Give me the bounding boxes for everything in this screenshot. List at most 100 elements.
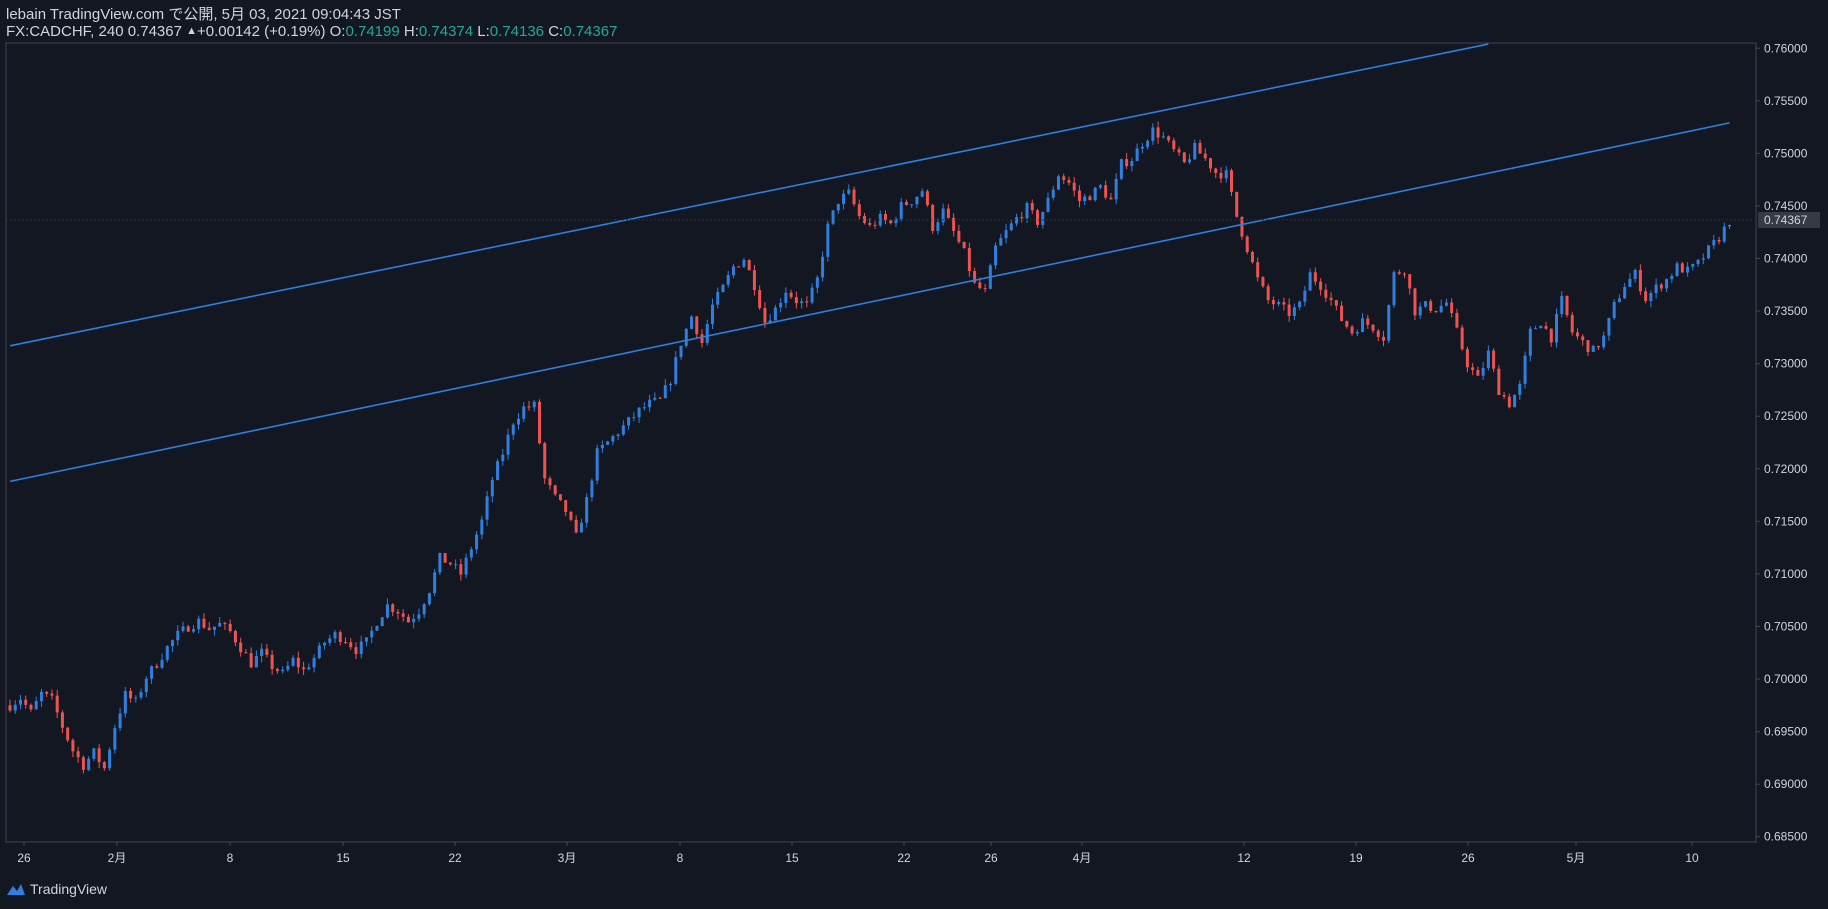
candle-up	[123, 690, 127, 714]
candle-up	[606, 441, 610, 445]
candle-up	[422, 604, 426, 615]
y-tick-label: 0.71500	[1764, 514, 1808, 528]
x-tick-label: 26	[17, 851, 31, 865]
candle-up	[1691, 263, 1695, 267]
time-axis[interactable]: 26 2月 8 15 22 3月 8 15 22 26 4月 12 19 26 5月 10	[17, 842, 1699, 865]
candle-up	[1392, 272, 1396, 306]
candle-down	[1492, 350, 1496, 369]
candle-down	[1413, 288, 1417, 316]
candle-up	[171, 640, 175, 647]
candle-up	[779, 302, 783, 308]
candle-down	[270, 654, 274, 670]
candle-up	[517, 418, 521, 425]
candle-up	[1628, 278, 1632, 287]
change-value: +0.00142 (+0.19%)	[197, 23, 326, 40]
candle-up	[684, 328, 688, 346]
candle-up	[994, 245, 998, 266]
candle-up	[653, 397, 657, 400]
candle-down	[1067, 179, 1071, 183]
trendlines-layer[interactable]	[9, 43, 1730, 483]
candle-down	[338, 632, 342, 642]
candle-up	[454, 564, 458, 566]
open-value: 0.74199	[345, 23, 400, 40]
candle-down	[1455, 313, 1459, 328]
candle-down	[868, 222, 872, 225]
candle-up	[165, 646, 169, 660]
candle-down	[1077, 190, 1081, 202]
candle-down	[1397, 272, 1401, 274]
candle-down	[658, 397, 662, 399]
x-tick-label: 8	[227, 851, 234, 865]
candle-up	[385, 604, 389, 618]
candle-up	[936, 222, 940, 231]
candle-up	[1083, 196, 1087, 202]
candle-up	[176, 630, 180, 641]
publish-title: lebain TradingView.com で公開, 5月 03, 2021 …	[6, 6, 401, 23]
candle-up	[1612, 301, 1616, 318]
candle-down	[239, 642, 243, 653]
candle-down	[1586, 340, 1590, 352]
candle-up	[710, 304, 714, 325]
candle-up	[312, 658, 316, 668]
candle-down	[1465, 349, 1469, 368]
candle-down	[1104, 185, 1108, 198]
candle-up	[810, 287, 814, 303]
candle-up	[438, 552, 442, 573]
candle-down	[747, 260, 751, 271]
candle-up	[690, 316, 694, 329]
candle-up	[1633, 269, 1637, 279]
candle-up	[511, 424, 515, 435]
candle-up	[1670, 275, 1674, 280]
candle-down	[852, 189, 856, 205]
candle-up	[1722, 226, 1726, 242]
low-label: L:	[477, 23, 490, 40]
y-tick-label: 0.74000	[1764, 252, 1808, 266]
trendline-lower-channel[interactable]	[9, 122, 1730, 483]
candle-up	[1423, 301, 1427, 307]
candle-down	[97, 748, 101, 763]
up-triangle-icon: ▲	[186, 25, 198, 37]
candle-up	[501, 454, 505, 462]
candle-up	[1098, 185, 1102, 188]
candle-up	[412, 618, 416, 623]
candle-up	[1560, 295, 1564, 315]
candle-up	[1523, 355, 1527, 384]
y-tick-label: 0.74500	[1764, 199, 1808, 213]
candle-down	[931, 205, 935, 231]
price-axis[interactable]: 0.76000 0.75500 0.75000 0.74500 0.74000 0.735…	[1756, 41, 1808, 844]
candle-up	[1292, 307, 1296, 316]
candle-up	[1518, 383, 1522, 395]
candle-down	[1471, 367, 1475, 371]
price-chart[interactable]: 0.76000 0.75500 0.75000 0.74500 0.74000 0.735…	[0, 0, 1828, 909]
candle-up	[1539, 325, 1543, 329]
candle-down	[1507, 396, 1511, 408]
candle-up	[1151, 127, 1155, 141]
candle-down	[752, 270, 756, 291]
candle-up	[627, 417, 631, 426]
candle-down	[574, 519, 578, 533]
y-tick-label: 0.72000	[1764, 462, 1808, 476]
footer-brand[interactable]: TradingView	[6, 881, 107, 897]
last-price-label: 0.74367	[1764, 213, 1808, 227]
candle-down	[406, 616, 410, 623]
candle-up	[920, 191, 924, 197]
candle-up	[144, 678, 148, 693]
candle-down	[1659, 284, 1663, 289]
candle-up	[815, 277, 819, 288]
candle-down	[1549, 328, 1553, 343]
candle-up	[842, 193, 846, 204]
x-tick-label: 12	[1237, 851, 1251, 865]
candle-down	[1062, 176, 1066, 180]
candle-down	[45, 691, 49, 694]
candle-down	[1408, 274, 1412, 289]
candle-down	[1324, 289, 1328, 298]
candle-up	[1701, 258, 1705, 260]
candle-down	[1287, 304, 1291, 316]
candle-down	[564, 500, 568, 512]
trendline-upper-channel[interactable]	[9, 43, 1489, 347]
candle-up	[328, 638, 332, 643]
candle-down	[1476, 370, 1480, 376]
candle-down	[962, 241, 966, 249]
candle-down	[207, 627, 211, 630]
candle-up	[674, 357, 678, 384]
